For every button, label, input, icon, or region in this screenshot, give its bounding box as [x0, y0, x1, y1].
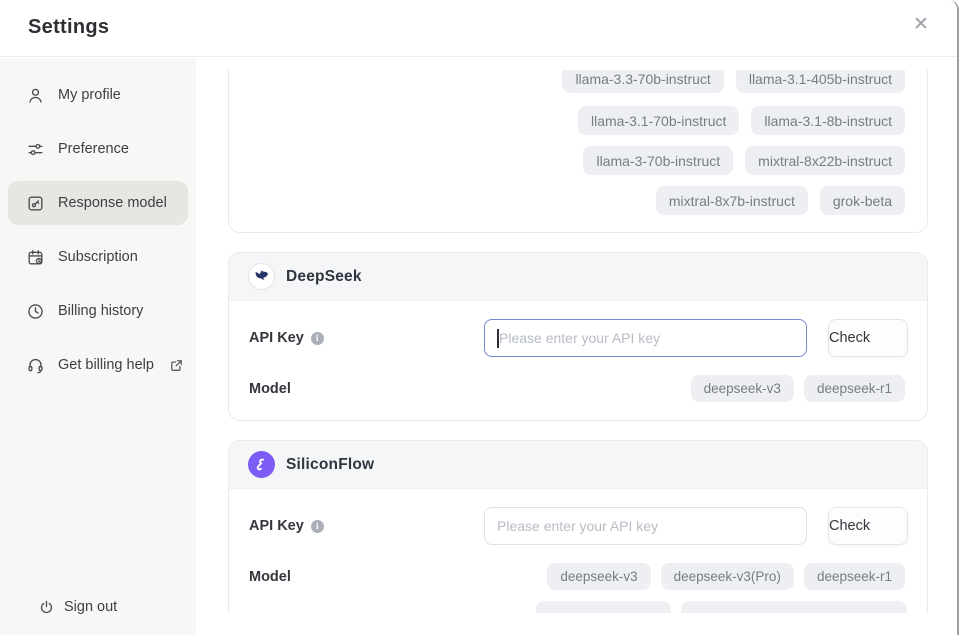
headset-icon	[26, 356, 45, 375]
external-link-icon	[169, 358, 184, 373]
text-cursor	[497, 329, 499, 348]
key-square-icon	[26, 194, 45, 213]
model-chip[interactable]	[536, 601, 671, 613]
page-title: Settings	[28, 16, 109, 39]
model-chip[interactable]: deepseek-v3	[547, 563, 650, 590]
model-chip-row: mixtral-8x7b-instruct grok-beta	[656, 186, 905, 215]
sidebar-item-preference[interactable]: Preference	[8, 127, 188, 171]
api-key-label: API Key i	[249, 319, 324, 357]
model-label: Model	[249, 563, 291, 590]
api-key-label-text: API Key	[249, 518, 304, 534]
model-chip-row: llama-3.1-70b-instruct llama-3.1-8b-inst…	[578, 106, 905, 135]
model-chip[interactable]: llama-3.1-405b-instruct	[736, 70, 905, 93]
model-chip[interactable]: deepseek-v3	[691, 375, 794, 402]
model-chip-row: deepseek-v3 deepseek-v3(Pro) deepseek-r1	[547, 563, 905, 590]
model-chip-row-partial	[536, 601, 907, 613]
siliconflow-logo-icon	[248, 451, 275, 478]
provider-card-header: DeepSeek	[229, 253, 927, 301]
sidebar-item-my-profile[interactable]: My profile	[8, 73, 188, 117]
settings-dialog: Settings ✕ My profile Preference	[0, 0, 959, 635]
info-icon[interactable]: i	[311, 332, 324, 345]
sidebar-item-billing-history[interactable]: Billing history	[8, 289, 188, 333]
sidebar-item-subscription[interactable]: Subscription	[8, 235, 188, 279]
deepseek-check-button[interactable]: Check	[828, 319, 908, 357]
provider-card-partial: llama-3.3-70b-instruct llama-3.1-405b-in…	[228, 70, 928, 233]
provider-name: DeepSeek	[286, 268, 362, 286]
sidebar-item-label: Billing history	[58, 303, 143, 319]
model-chip[interactable]: deepseek-v3(Pro)	[661, 563, 794, 590]
siliconflow-check-button[interactable]: Check	[828, 507, 908, 545]
sidebar-item-get-billing-help[interactable]: Get billing help	[8, 343, 188, 387]
sidebar-item-label: Subscription	[58, 249, 138, 265]
model-chip-row: deepseek-v3 deepseek-r1	[691, 375, 905, 402]
model-chip[interactable]: deepseek-r1	[804, 563, 905, 590]
clock-icon	[26, 302, 45, 321]
model-label-text: Model	[249, 569, 291, 585]
api-key-label-text: API Key	[249, 330, 304, 346]
siliconflow-api-key-input[interactable]	[484, 507, 807, 545]
close-icon[interactable]: ✕	[909, 12, 933, 36]
model-chip[interactable]: mixtral-8x22b-instruct	[745, 146, 905, 175]
dialog-header: Settings ✕	[0, 0, 957, 57]
settings-sidebar: My profile Preference Response model	[0, 58, 196, 635]
model-chip[interactable]: llama-3.3-70b-instruct	[562, 70, 723, 93]
power-icon	[38, 599, 55, 616]
model-chip[interactable]: llama-3.1-70b-instruct	[578, 106, 739, 135]
model-chip[interactable]: llama-3.1-8b-instruct	[751, 106, 905, 135]
provider-card-deepseek: DeepSeek API Key i Check Model deepseek-…	[228, 252, 928, 421]
sidebar-item-label: Preference	[58, 141, 129, 157]
model-label: Model	[249, 375, 291, 402]
sidebar-item-response-model[interactable]: Response model	[8, 181, 188, 225]
sliders-icon	[26, 140, 45, 159]
model-chip-row: llama-3-70b-instruct mixtral-8x22b-instr…	[583, 146, 905, 175]
info-icon[interactable]: i	[311, 520, 324, 533]
provider-cards-scroll-area[interactable]: llama-3.3-70b-instruct llama-3.1-405b-in…	[196, 70, 957, 613]
provider-name: SiliconFlow	[286, 456, 374, 474]
sidebar-item-label: My profile	[58, 87, 121, 103]
model-label-text: Model	[249, 381, 291, 397]
provider-card-header: SiliconFlow	[229, 441, 927, 489]
response-model-panel: llama-3.3-70b-instruct llama-3.1-405b-in…	[196, 57, 957, 635]
provider-card-siliconflow: SiliconFlow API Key i Check Model deepse…	[228, 440, 928, 613]
deepseek-api-key-input[interactable]	[484, 319, 807, 357]
api-key-label: API Key i	[249, 507, 324, 545]
model-chip[interactable]	[681, 601, 907, 613]
model-chip[interactable]: mixtral-8x7b-instruct	[656, 186, 808, 215]
user-icon	[26, 86, 45, 105]
model-chip[interactable]: deepseek-r1	[804, 375, 905, 402]
sidebar-item-label: Get billing help	[58, 357, 154, 373]
model-chip[interactable]: grok-beta	[820, 186, 905, 215]
sign-out-label: Sign out	[64, 599, 117, 615]
model-chip-row: llama-3.3-70b-instruct llama-3.1-405b-in…	[562, 70, 905, 93]
model-chip[interactable]: llama-3-70b-instruct	[583, 146, 733, 175]
sign-out-button[interactable]: Sign out	[38, 593, 117, 621]
sidebar-item-label: Response model	[58, 195, 167, 211]
deepseek-logo-icon	[248, 263, 275, 290]
calendar-clock-icon	[26, 248, 45, 267]
